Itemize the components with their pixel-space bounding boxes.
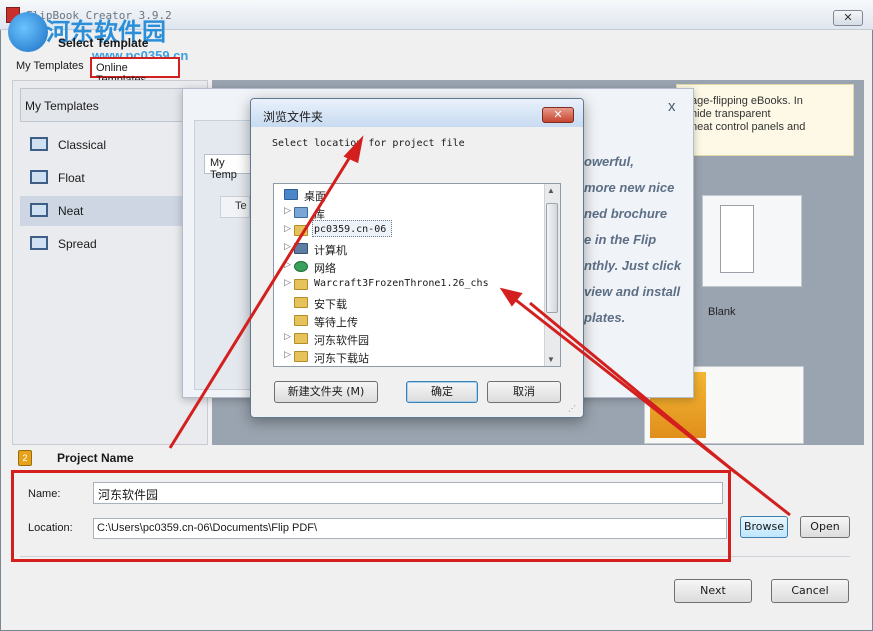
cancel-button[interactable]: Cancel: [771, 579, 849, 603]
tree-item-folder[interactable]: ▷ 河东软件园: [274, 330, 546, 348]
template-item-label: Classical: [58, 138, 107, 152]
template-float-icon: [30, 170, 48, 184]
background-dialog-text: e in the Flip: [584, 232, 657, 247]
expand-arrow-icon[interactable]: ▷: [284, 206, 291, 216]
tab-my-templates[interactable]: My Templates: [16, 60, 84, 72]
resize-grip-icon[interactable]: ⋰: [568, 404, 578, 414]
window-close-button[interactable]: ✕: [833, 10, 863, 26]
folder-icon: [294, 333, 308, 344]
folder-icon: [294, 315, 308, 326]
tree-item-folder[interactable]: 等待上传: [274, 312, 546, 330]
scroll-down-icon[interactable]: ▼: [547, 355, 555, 364]
browse-button[interactable]: Browse: [740, 516, 788, 538]
step2-badge-icon: 2: [18, 450, 32, 466]
template-item-label: Float: [58, 171, 85, 185]
next-button[interactable]: Next: [674, 579, 752, 603]
tree-item-user[interactable]: ▷ pc0359.cn-06: [274, 222, 546, 240]
template-item-neat[interactable]: Neat: [20, 196, 198, 226]
library-icon: [294, 207, 308, 218]
background-dialog-text: owerful,: [584, 154, 634, 169]
ok-button[interactable]: 确定: [406, 381, 478, 403]
browse-dialog-description: Select location for project file: [272, 138, 465, 149]
background-dialog-close-button[interactable]: x: [668, 98, 676, 115]
expand-arrow-icon[interactable]: ▷: [284, 350, 291, 360]
background-dialog-text: ned brochure: [584, 206, 668, 221]
tree-scrollbar-thumb[interactable]: [546, 203, 558, 313]
scroll-up-icon[interactable]: ▲: [547, 186, 555, 195]
tree-item-folder[interactable]: ▷ Warcraft3FrozenThrone1.26_chs: [274, 276, 546, 294]
browse-dialog-title: 浏览文件夹: [263, 110, 324, 124]
browse-dialog-close-button[interactable]: ✕: [542, 107, 574, 123]
folder-icon: [294, 297, 308, 308]
folder-icon: [294, 279, 308, 290]
desktop-icon: [284, 189, 298, 200]
template-info-box: age-flipping eBooks. In hide transparent…: [676, 84, 854, 156]
step1-title: Select Template: [58, 36, 149, 50]
tree-item-desktop[interactable]: 桌面: [274, 186, 546, 204]
tree-item-folder[interactable]: ▷ 河东下载站: [274, 348, 546, 366]
expand-arrow-icon[interactable]: ▷: [284, 260, 291, 270]
template-item-label: Neat: [58, 204, 84, 218]
network-icon: [294, 261, 308, 272]
expand-arrow-icon[interactable]: ▷: [284, 278, 291, 288]
background-dialog-text: nthly. Just click: [584, 258, 682, 273]
new-folder-button[interactable]: 新建文件夹 (M): [274, 381, 378, 403]
watermark-logo-icon: [8, 12, 48, 52]
annotation-highlight-box: [11, 470, 731, 562]
tree-item-library[interactable]: ▷ 库: [274, 204, 546, 222]
template-item-classical[interactable]: Classical: [20, 130, 198, 160]
template-item-float[interactable]: Float: [20, 163, 198, 193]
expand-arrow-icon[interactable]: ▷: [284, 242, 291, 252]
template-classical-icon: [30, 137, 48, 151]
tab-online-templates[interactable]: Online Templates: [90, 57, 180, 86]
template-item-label: Spread: [58, 237, 97, 251]
template-item-spread[interactable]: Spread: [20, 229, 198, 259]
info-line: age-flipping eBooks. In: [691, 95, 803, 107]
tree-item-network[interactable]: ▷ 网络: [274, 258, 546, 276]
computer-icon: [294, 243, 308, 254]
info-line: neat control panels and: [691, 121, 806, 133]
tree-item-folder[interactable]: 安下载: [274, 294, 546, 312]
step2-title: Project Name: [57, 451, 134, 465]
user-folder-icon: [294, 225, 308, 236]
tree-item-computer[interactable]: ▷ 计算机: [274, 240, 546, 258]
background-dialog-text: more new nice: [584, 180, 675, 195]
folder-tree[interactable]: 桌面 ▷ 库 ▷ pc0359.cn-06 ▷ 计算机 ▷ 网络 ▷ Warcr…: [273, 183, 561, 367]
template-thumb-blank-page: [720, 205, 754, 273]
background-dialog-text: plates.: [584, 310, 626, 325]
template-thumb-label: Blank: [708, 306, 736, 318]
template-neat-icon: [30, 203, 48, 217]
dialog-cancel-button[interactable]: 取消: [487, 381, 561, 403]
template-spread-icon: [30, 236, 48, 250]
info-line: hide transparent: [691, 108, 771, 120]
folder-icon: [294, 351, 308, 362]
expand-arrow-icon[interactable]: ▷: [284, 224, 291, 234]
background-dialog-text: view and install: [584, 284, 681, 299]
background-dialog-tab[interactable]: My Temp: [204, 154, 254, 181]
expand-arrow-icon[interactable]: ▷: [284, 332, 291, 342]
open-button[interactable]: Open: [800, 516, 850, 538]
background-dialog-subtab[interactable]: Te: [220, 196, 250, 218]
template-list-header[interactable]: My Templates: [20, 88, 198, 122]
